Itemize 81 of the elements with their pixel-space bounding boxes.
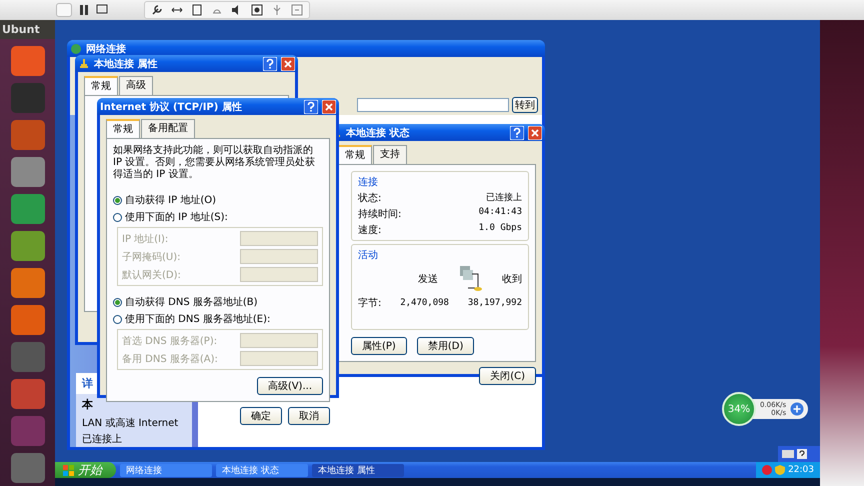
close-icon[interactable] <box>322 100 336 114</box>
tab[interactable]: 支持 <box>373 145 407 164</box>
ip-input-field[interactable] <box>240 249 318 264</box>
radio-label: 使用下面的 IP 地址(S): <box>125 210 228 224</box>
taskbar-button[interactable]: 本地连接 属性 <box>312 464 404 476</box>
close-button[interactable]: 关闭(C) <box>479 367 536 385</box>
app-launcher-icon[interactable] <box>10 305 44 335</box>
tab[interactable]: 备用配置 <box>141 119 195 138</box>
camera-icon[interactable] <box>251 4 263 16</box>
tab[interactable]: 高级 <box>119 76 153 95</box>
radio-label: 使用下面的 DNS 服务器地址(E): <box>125 312 270 326</box>
status-value: 已连接上 <box>486 192 522 205</box>
received-label: 收到 <box>502 273 522 286</box>
help-icon[interactable] <box>797 449 807 459</box>
bytes-received: 38,197,992 <box>468 298 522 308</box>
window-title: Internet 协议 (TCP/IP) 属性 <box>100 100 243 114</box>
advanced-button[interactable]: 高级(V)... <box>256 377 323 395</box>
app-launcher-icon[interactable] <box>10 453 44 483</box>
field-label: 首选 DNS 服务器(P): <box>122 334 218 348</box>
close-icon[interactable] <box>281 56 295 70</box>
description-text: 如果网络支持此功能，则可以获取自动指派的 IP 设置。否则，您需要从网络系统管理员处获得适当的 IP 设置。 <box>113 145 316 181</box>
group-heading: 连接 <box>358 176 379 189</box>
radio-label: 自动获得 IP 地址(O) <box>125 194 216 207</box>
go-button[interactable]: 转到 <box>512 97 538 113</box>
ubuntu-title: Ubunt <box>0 20 55 39</box>
bytes-sent: 2,470,098 <box>400 298 449 308</box>
app-launcher-icon[interactable] <box>10 342 44 372</box>
field-label: 备用 DNS 服务器(A): <box>122 352 218 366</box>
field-label: 子网掩码(U): <box>122 250 180 264</box>
app-launcher-icon[interactable] <box>10 194 44 224</box>
status-label: 状态: <box>358 192 382 205</box>
tab[interactable]: 常规 <box>106 119 140 138</box>
bytes-label: 字节: <box>358 296 382 310</box>
plus-icon[interactable] <box>790 402 804 416</box>
screen-icon[interactable] <box>96 4 108 16</box>
radio-label: 自动获得 DNS 服务器地址(B) <box>125 296 258 309</box>
window-title: 本地连接 状态 <box>346 126 410 140</box>
network-plug-icon <box>78 58 90 70</box>
usb-icon[interactable] <box>271 4 283 16</box>
status-value: 1.0 Gbps <box>478 223 522 235</box>
clock: 22:03 <box>788 465 814 475</box>
app-launcher-icon[interactable] <box>10 46 44 76</box>
ip-input-field[interactable] <box>240 333 318 348</box>
app-launcher-icon[interactable] <box>10 379 44 409</box>
windows-flag-icon <box>63 464 74 476</box>
sent-label: 发送 <box>418 273 438 286</box>
connection-name: 本 <box>80 397 94 413</box>
ip-input-field[interactable] <box>240 351 318 366</box>
radio-button[interactable] <box>113 298 122 306</box>
ip-input-field[interactable] <box>240 231 318 246</box>
window-title: 本地连接 属性 <box>94 58 158 70</box>
taskbar-button[interactable]: 网络连接 <box>120 464 212 476</box>
taskbar-button[interactable]: 本地连接 状态 <box>216 464 308 476</box>
close-icon[interactable] <box>528 126 542 140</box>
dialog-button[interactable]: 禁用(D) <box>416 337 474 355</box>
ok-button[interactable]: 确定 <box>240 407 282 425</box>
ip-input-field[interactable] <box>240 267 318 282</box>
field-label: 默认网关(D): <box>122 268 181 282</box>
radio-button[interactable] <box>113 212 122 222</box>
tab[interactable]: 常规 <box>84 76 118 95</box>
cancel-button[interactable]: 取消 <box>288 407 330 425</box>
usage-gauge: 34% <box>722 392 756 426</box>
detail-text: LAN 或高速 Internet <box>81 416 180 431</box>
radio-button[interactable] <box>113 314 122 324</box>
detail-text: 已连接上 <box>81 432 123 447</box>
app-launcher-icon[interactable] <box>10 120 44 150</box>
field-label: IP 地址(I): <box>122 232 168 246</box>
dialog-button[interactable]: 属性(P) <box>351 337 407 355</box>
window-title: 网络连接 <box>86 42 127 56</box>
app-launcher-icon[interactable] <box>10 231 44 261</box>
tab[interactable]: 常规 <box>338 145 372 164</box>
status-value: 04:41:43 <box>478 207 522 219</box>
radio-button[interactable] <box>113 196 122 204</box>
status-label: 速度: <box>358 224 382 237</box>
app-launcher-icon[interactable] <box>10 268 44 298</box>
status-label: 持续时间: <box>358 208 402 221</box>
app-launcher-icon[interactable] <box>10 157 44 187</box>
group-heading: 活动 <box>358 249 379 262</box>
pause-icon[interactable] <box>78 4 90 16</box>
address-field[interactable] <box>357 98 509 112</box>
wrench-icon[interactable] <box>151 4 163 16</box>
